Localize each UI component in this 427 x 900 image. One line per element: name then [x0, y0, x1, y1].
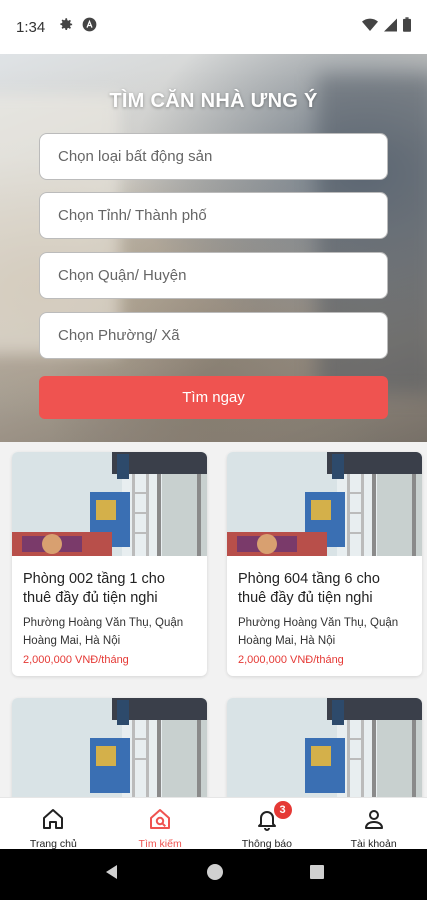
property-type-select[interactable]: Chọn loại bất động sản [39, 133, 388, 180]
back-icon[interactable] [103, 863, 121, 886]
district-select[interactable]: Chọn Quận/ Huyện [39, 252, 388, 299]
ward-select[interactable]: Chọn Phường/ Xã [39, 312, 388, 359]
listing-card[interactable] [12, 698, 207, 808]
listing-card[interactable]: Phòng 002 tầng 1 cho thuê đầy đủ tiện ng… [12, 452, 207, 676]
recents-icon[interactable] [309, 864, 325, 885]
user-icon [362, 807, 386, 836]
home-button-icon[interactable] [206, 863, 224, 886]
listing-photo [227, 452, 422, 556]
status-right-icons [362, 17, 411, 37]
listing-address: Phường Hoàng Văn Thụ, Quận Hoàng Mai, Hà… [23, 617, 184, 647]
signal-icon [384, 18, 397, 37]
home-search-icon [148, 807, 172, 836]
listing-title: Phòng 002 tầng 1 cho thuê đầy đủ tiện ng… [23, 571, 165, 606]
search-now-button[interactable]: Tìm ngay [39, 376, 388, 419]
hero-search-panel: TÌM CĂN NHÀ ƯNG Ý Chọn loại bất động sản… [0, 54, 427, 442]
listing-photo [12, 698, 207, 802]
battery-icon [403, 17, 411, 37]
status-time: 1:34 [16, 18, 46, 36]
listing-photo [227, 698, 422, 802]
listing-address: Phường Hoàng Văn Thụ, Quận Hoàng Mai, Hà… [238, 617, 399, 647]
wifi-icon [362, 18, 378, 37]
home-icon [41, 807, 65, 836]
android-navigation-bar [0, 849, 427, 900]
nav-search[interactable]: Tìm kiếm [107, 798, 214, 850]
listing-title: Phòng 604 tầng 6 cho thuê đầy đủ tiện ng… [238, 571, 380, 606]
listing-card[interactable]: Phòng 604 tầng 6 cho thuê đầy đủ tiện ng… [227, 452, 422, 676]
hero-title: TÌM CĂN NHÀ ƯNG Ý [109, 90, 318, 112]
listing-price: 2,000,000 VNĐ/tháng [238, 654, 344, 666]
listing-price: 2,000,000 VNĐ/tháng [23, 654, 129, 666]
a-circle-icon [82, 17, 97, 37]
notification-badge: 3 [273, 801, 292, 819]
gear-icon [59, 17, 74, 37]
status-left-icons [59, 17, 97, 37]
nav-notifications[interactable]: 3 Thông báo [214, 798, 321, 850]
bottom-navigation: Trang chủ Tìm kiếm 3 Thông báo Tài khoản [0, 797, 427, 850]
listing-photo [12, 452, 207, 556]
nav-account[interactable]: Tài khoản [320, 798, 427, 850]
nav-home[interactable]: Trang chủ [0, 798, 107, 850]
app-screen: 1:34 TÌM CĂN NHÀ ƯNG Ý Chọn loại bất độn… [0, 0, 427, 900]
listing-card[interactable] [227, 698, 422, 808]
province-select[interactable]: Chọn Tỉnh/ Thành phố [39, 192, 388, 239]
status-bar: 1:34 [0, 0, 427, 54]
